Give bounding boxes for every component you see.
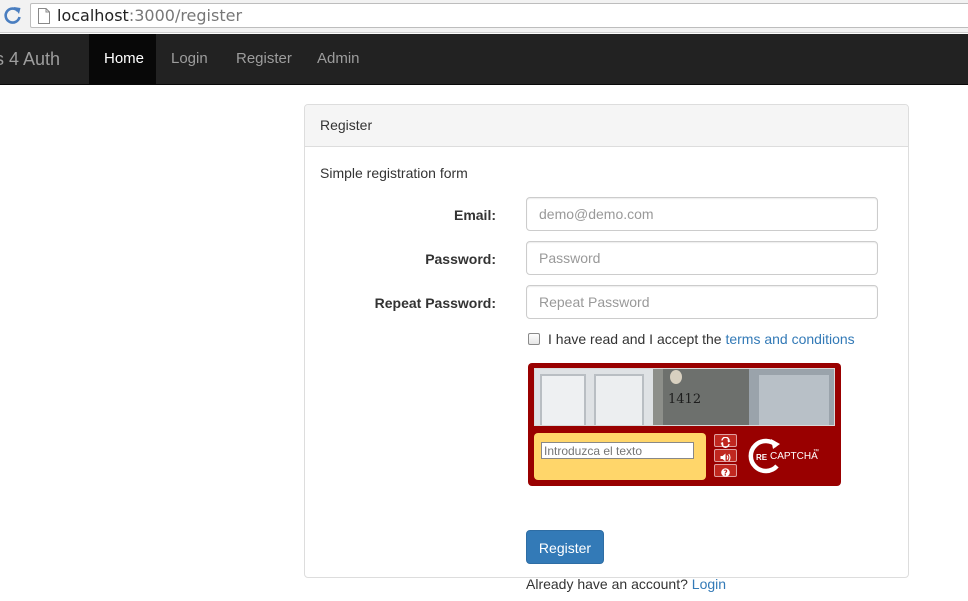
captcha-refresh-button[interactable] — [714, 434, 737, 448]
form-subtitle: Simple registration form — [320, 165, 468, 181]
email-label: Email: — [453, 207, 496, 223]
terms-checkbox[interactable] — [528, 333, 540, 345]
captcha-input-area — [534, 433, 706, 480]
address-bar[interactable]: localhost:3000/register — [30, 3, 968, 28]
page-icon — [38, 8, 50, 24]
url-text: localhost:3000/register — [57, 6, 242, 26]
navbar: ss 4 Auth Home Login Register Admin — [0, 34, 968, 85]
captcha-image-text: 1412 — [668, 392, 701, 407]
nav-home[interactable]: Home — [89, 34, 156, 84]
recaptcha-tm: ™ — [813, 448, 819, 455]
terms-text: I have read and I accept the — [548, 331, 722, 347]
nav-register[interactable]: Register — [221, 34, 307, 84]
panel-heading: Register — [305, 105, 908, 147]
refresh-icon — [720, 436, 731, 448]
register-button[interactable]: Register — [526, 530, 604, 564]
browser-toolbar: localhost:3000/register — [0, 0, 968, 33]
password-field[interactable] — [526, 241, 878, 275]
navbar-brand[interactable]: ss 4 Auth — [0, 48, 60, 70]
repeat-password-field[interactable] — [526, 285, 878, 319]
recaptcha-logo: RE CAPTCHA ™ — [743, 436, 823, 476]
password-label: Password: — [425, 251, 496, 267]
url-path: :3000/register — [128, 6, 243, 25]
recaptcha-widget: 1412 Introduzca el texto ? RE CAPTCHA ™ — [528, 363, 841, 486]
captcha-photo: 1412 — [535, 369, 834, 425]
speaker-icon — [720, 453, 731, 462]
captcha-input[interactable] — [541, 442, 694, 459]
register-panel: Register Simple registration form Email:… — [304, 104, 909, 592]
recaptcha-wordmark: CAPTCHA — [770, 451, 818, 462]
repeat-password-label: Repeat Password: — [374, 295, 496, 311]
help-icon: ? — [721, 468, 730, 478]
url-host: localhost — [57, 6, 129, 25]
recaptcha-re: RE — [756, 453, 768, 462]
reload-icon[interactable] — [3, 5, 23, 25]
terms-row: I have read and I accept the terms and c… — [526, 330, 855, 348]
captcha-help-button[interactable]: ? — [714, 464, 737, 478]
terms-link[interactable]: terms and conditions — [725, 331, 854, 347]
login-prompt: Already have an account? Login — [526, 575, 726, 593]
captcha-image: 1412 — [534, 368, 835, 426]
nav-login[interactable]: Login — [156, 34, 223, 84]
login-link[interactable]: Login — [692, 576, 726, 592]
nav-admin[interactable]: Admin — [302, 34, 375, 84]
captcha-audio-button[interactable] — [714, 449, 737, 462]
email-field[interactable] — [526, 197, 878, 231]
login-prompt-text: Already have an account? — [526, 576, 688, 592]
recaptcha-logo-icon: RE CAPTCHA ™ — [748, 438, 819, 474]
svg-text:?: ? — [723, 469, 727, 478]
